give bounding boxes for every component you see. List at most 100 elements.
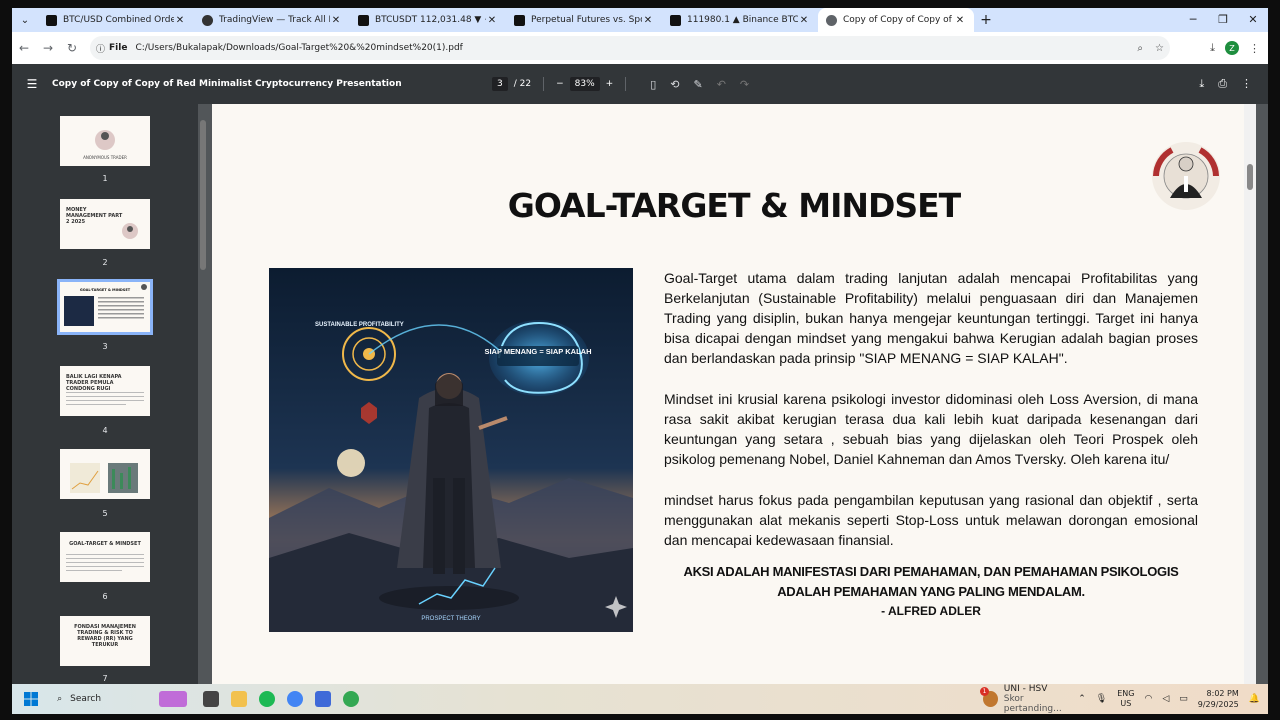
page-thumbnail[interactable]: ANONYMOUS TRADER <box>60 116 150 166</box>
zoom-in-icon[interactable]: + <box>606 79 614 89</box>
notepad-icon[interactable] <box>315 691 332 707</box>
bookmark-star-icon[interactable]: ☆ <box>1155 43 1164 54</box>
rotate-icon[interactable]: ⟲ <box>670 78 679 91</box>
language-indicator[interactable]: ENG US <box>1117 689 1134 709</box>
tab-title: 111980.1 ▲ Binance BTCUSDT <box>687 15 798 25</box>
image-bottom-label: PROSPECT THEORY <box>421 616 480 622</box>
download-icon[interactable]: ⤓ <box>1199 77 1204 91</box>
thumbnail-line <box>66 404 126 405</box>
back-icon[interactable]: ← <box>12 41 36 55</box>
page-scrollbar[interactable] <box>1244 104 1256 684</box>
tab-title: TradingView — Track All Markets <box>219 15 330 25</box>
window-controls: ─ ❐ ✕ <box>1178 8 1268 32</box>
thumbnail-line <box>66 400 144 401</box>
browser-tab[interactable]: Perpetual Futures vs. Spot Volume ✕ <box>506 8 662 32</box>
address-bar: ← → ↻ ⓘ File C:/Users/Bukalapak/Download… <box>12 32 1268 64</box>
sports-icon: 1 <box>980 687 998 707</box>
maximize-icon[interactable]: ❐ <box>1208 8 1238 32</box>
pdf-toolbar: ☰ Copy of Copy of Copy of Red Minimalist… <box>12 64 1268 104</box>
page-thumbnail-active[interactable]: GOAL-TARGET & MINDSET <box>57 279 153 335</box>
page-number-input[interactable]: 3 <box>492 77 508 91</box>
file-explorer-icon[interactable] <box>231 691 248 707</box>
browser-tab[interactable]: TradingView — Track All Markets ✕ <box>194 8 350 32</box>
fit-page-icon[interactable]: ▯ <box>650 78 656 91</box>
new-tab-button[interactable]: + <box>974 12 998 28</box>
tab-search-chevron-icon[interactable]: ⌄ <box>12 8 38 32</box>
notifications-icon[interactable]: 🔔 <box>1249 694 1260 704</box>
tab-close-icon[interactable]: ✕ <box>486 15 498 26</box>
zoom-icon[interactable]: ⌕ <box>1137 43 1143 54</box>
pdf-viewer: ANONYMOUS TRADER 1 MONEY MANAGEMENT PART… <box>12 104 1268 684</box>
taskbar-search[interactable]: ⌕ Search <box>49 688 188 710</box>
page-thumbnail[interactable]: FONDASI MANAJEMEN TRADING & RISK TO REWA… <box>60 616 150 666</box>
page-thumbnail[interactable] <box>60 449 150 499</box>
print-icon[interactable]: ⎙ <box>1218 77 1227 91</box>
clock-time: 8:02 PM <box>1206 689 1239 698</box>
downloads-icon[interactable]: ⤓ <box>1210 41 1215 55</box>
microphone-icon[interactable]: 🎙 <box>1096 694 1107 704</box>
search-icon: ⌕ <box>57 694 63 704</box>
show-hidden-icons-icon[interactable]: ⌃ <box>1078 694 1086 704</box>
thumbnail-page-number: 1 <box>102 174 108 183</box>
redo-icon[interactable]: ↷ <box>740 78 749 91</box>
body-paragraph: Mindset ini krusial karena psikologi inv… <box>664 391 1198 467</box>
news-widget[interactable]: 1 UNI - HSV Skor pertanding... <box>980 684 1078 714</box>
toolbar-divider <box>625 77 627 91</box>
sidebar-toggle-icon[interactable]: ☰ <box>12 77 52 91</box>
thumbnail-image: GOAL-TARGET & MINDSET <box>64 284 147 326</box>
more-options-icon[interactable]: ⋮ <box>1241 77 1252 91</box>
clock[interactable]: 8:02 PM 9/29/2025 <box>1198 688 1239 710</box>
tab-close-icon[interactable]: ✕ <box>798 15 810 26</box>
start-button[interactable] <box>12 692 49 706</box>
page-total: / 22 <box>513 79 532 89</box>
url-input[interactable]: ⓘ File C:/Users/Bukalapak/Downloads/Goal… <box>90 36 1170 60</box>
globe-icon <box>826 14 837 26</box>
thumbnail-page-number: 5 <box>102 509 108 518</box>
browser-tab[interactable]: 111980.1 ▲ Binance BTCUSDT ✕ <box>662 8 818 32</box>
thumbnail-line <box>66 566 144 567</box>
tab-close-icon[interactable]: ✕ <box>330 15 342 26</box>
forward-icon[interactable]: → <box>36 41 60 55</box>
url-text: C:/Users/Bukalapak/Downloads/Goal-Target… <box>135 43 463 53</box>
thumbnail-line <box>66 562 144 563</box>
thumbnail-page-number: 4 <box>102 426 108 435</box>
task-view-icon[interactable] <box>203 691 220 707</box>
thumbnail-line <box>66 554 144 555</box>
tab-close-icon[interactable]: ✕ <box>642 15 654 26</box>
profile-avatar[interactable]: Z <box>1225 41 1239 55</box>
toolbar-divider <box>543 77 545 91</box>
tab-close-icon[interactable]: ✕ <box>954 15 966 26</box>
browser-menu-icon[interactable]: ⋮ <box>1249 42 1260 55</box>
thumbnail-page-number: 3 <box>102 342 108 351</box>
annotate-icon[interactable]: ✎ <box>693 78 702 91</box>
reload-icon[interactable]: ↻ <box>60 41 84 55</box>
page-thumbnail[interactable]: MONEY MANAGEMENT PART 2 2025 <box>60 199 150 249</box>
zoom-input[interactable]: 83% <box>569 77 600 91</box>
tab-favicon-icon <box>514 14 525 26</box>
thumbnail-page-number: 2 <box>102 258 108 267</box>
page-thumbnail[interactable]: BALIK LAGI KENAPA TRADER PEMULA CONDONG … <box>60 366 150 416</box>
browser-window: ⌄ BTC/USD Combined Order Book ✕ TradingV… <box>12 8 1268 684</box>
chrome-profile-icon[interactable] <box>343 691 360 707</box>
browser-tab-active[interactable]: Copy of Copy of Copy of Red Minimalist ✕ <box>818 8 974 32</box>
browser-tab[interactable]: BTCUSDT 112,031.48 ▼ −0.12% ✕ <box>350 8 506 32</box>
spotify-icon[interactable] <box>259 691 276 707</box>
chrome-icon[interactable] <box>287 691 304 707</box>
thumbnail-page-number: 7 <box>102 674 108 683</box>
thumbnail-caption: FONDASI MANAJEMEN TRADING & RISK TO REWA… <box>74 624 136 648</box>
minimize-icon[interactable]: ─ <box>1178 8 1208 32</box>
pdf-page: GOAL-TARGET & MINDSET SIAP MENANG = SIAP… <box>212 104 1256 684</box>
language-bottom: US <box>1120 699 1132 708</box>
tab-close-icon[interactable]: ✕ <box>174 15 186 26</box>
wifi-icon[interactable]: ◠ <box>1144 694 1152 704</box>
battery-icon[interactable]: ▭ <box>1179 694 1188 704</box>
volume-icon[interactable]: ◁ <box>1162 694 1169 704</box>
thumbnail-line <box>66 392 144 393</box>
close-window-icon[interactable]: ✕ <box>1238 8 1268 32</box>
site-info-icon[interactable]: ⓘ <box>96 42 105 55</box>
zoom-out-icon[interactable]: − <box>556 79 564 89</box>
undo-icon[interactable]: ↶ <box>717 78 726 91</box>
page-thumbnail[interactable]: GOAL-TARGET & MINDSET <box>60 532 150 582</box>
browser-tab[interactable]: BTC/USD Combined Order Book ✕ <box>38 8 194 32</box>
sidebar-scrollbar[interactable] <box>200 110 206 684</box>
